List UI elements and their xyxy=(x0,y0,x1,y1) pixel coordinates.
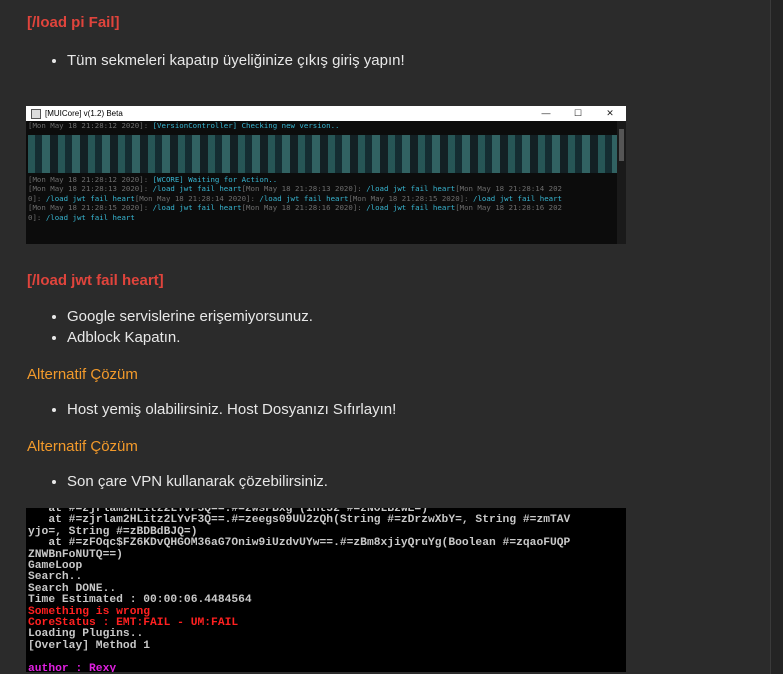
console-app-icon xyxy=(31,108,41,119)
console-timestamp: [Mon May 18 21:28:15 2020]: xyxy=(28,203,153,213)
console-line: 0]: /load jwt fail heart[Mon May 18 21:2… xyxy=(28,194,617,204)
console-timestamp: 0]: xyxy=(28,212,46,222)
console-output: at #=zjrlam2HLitz2LYvF3Q==.#=zwsFBxg (In… xyxy=(28,508,570,672)
console-line: [Overlay] Method 1 xyxy=(28,639,151,652)
console-timestamp: [Mon May 18 21:28:16 202 xyxy=(455,203,562,213)
list-item: Tüm sekmeleri kapatıp üyeliğinize çıkış … xyxy=(67,50,405,71)
console-timestamp: [Mon May 18 21:28:13 2020]: xyxy=(241,184,367,194)
console-command: /load jwt fail heart xyxy=(473,193,562,203)
console-line: [Mon May 18 21:28:13 2020]: /load jwt fa… xyxy=(28,184,617,194)
list-item: Son çare VPN kullanarak çözebilirsiniz. xyxy=(67,471,328,492)
console-timestamp: [Mon May 18 21:28:16 2020]: xyxy=(241,203,367,213)
console-command: /load jwt fail heart xyxy=(45,193,135,203)
list-item: Adblock Kapatın. xyxy=(67,327,313,348)
minimize-icon: — xyxy=(541,108,551,118)
close-icon: ✕ xyxy=(606,108,614,118)
section-heading-alternative-2: Alternatif Çözüm xyxy=(27,438,138,455)
maximize-icon: ☐ xyxy=(573,108,583,118)
console-command: /load jwt fail heart xyxy=(366,184,456,194)
console-line: 0]: /load jwt fail heart xyxy=(28,213,617,223)
window-controls: — ☐ ✕ xyxy=(530,106,626,121)
forum-post-body: [/load pi Fail] Tüm sekmeleri kapatıp üy… xyxy=(0,0,770,674)
pixelated-redaction xyxy=(28,134,617,173)
console-line: [Mon May 18 21:28:12 2020]: [WCORE] Wait… xyxy=(28,174,278,184)
console-line: author : Rexy xyxy=(28,662,117,672)
page-scrollbar[interactable] xyxy=(770,0,783,674)
console-line: Time Estimated : 00:00:06.4484564 xyxy=(28,594,252,607)
section-heading-load-jwt-fail-heart: [/load jwt fail heart] xyxy=(27,272,164,289)
section-heading-alternative-1: Alternatif Çözüm xyxy=(27,366,138,383)
console-output: [Mon May 18 21:28:12 2020]: [VersionCont… xyxy=(26,121,617,244)
console-timestamp: [Mon May 18 21:28:14 202 xyxy=(455,184,562,194)
console-command: /load jwt fail heart xyxy=(259,193,349,203)
console-line: at #=zFOqc$FZ6KDvQHGOM36aG7Oniw9iUzdvUYw… xyxy=(28,537,571,550)
console-screenshot-muicore: [MUICore] v(1.2) Beta — ☐ ✕ [Mon May 18 … xyxy=(26,106,626,244)
console-line: [Mon May 18 21:28:15 2020]: /load jwt fa… xyxy=(28,203,617,213)
list-item: Google servislerine erişemiyorsunuz. xyxy=(67,306,313,327)
console-scrollbar xyxy=(617,121,626,244)
bullet-list-load-pi-fail: Tüm sekmeleri kapatıp üyeliğinize çıkış … xyxy=(27,50,405,71)
bullet-list-alternative-1: Host yemiş olabilirsiniz. Host Dosyanızı… xyxy=(27,399,396,420)
console-command: /load jwt fail heart xyxy=(152,203,242,213)
console-timestamp: [Mon May 18 21:28:14 2020]: xyxy=(134,193,260,203)
console-timestamp: [Mon May 18 21:28:13 2020]: xyxy=(28,184,153,194)
console-screenshot-gameloop: at #=zjrlam2HLitz2LYvF3Q==.#=zwsFBxg (In… xyxy=(26,508,626,672)
console-title: [MUICore] v(1.2) Beta xyxy=(45,109,123,118)
console-titlebar: [MUICore] v(1.2) Beta — ☐ ✕ xyxy=(26,106,626,121)
console-command: /load jwt fail heart xyxy=(45,212,135,222)
bullet-list-alternative-2: Son çare VPN kullanarak çözebilirsiniz. xyxy=(27,471,328,492)
console-log-rows: [Mon May 18 21:28:13 2020]: /load jwt fa… xyxy=(28,184,617,222)
section-heading-load-pi-fail: [/load pi Fail] xyxy=(27,14,120,31)
console-line: ZNWBnFoNUTQ==) xyxy=(28,548,123,561)
console-command: /load jwt fail heart xyxy=(366,203,456,213)
console-timestamp: [Mon May 18 21:28:15 2020]: xyxy=(348,193,473,203)
console-timestamp: 0]: xyxy=(28,193,46,203)
console-line: [Mon May 18 21:28:12 2020]: [VersionCont… xyxy=(28,121,340,130)
console-line: GameLoop xyxy=(28,560,83,573)
console-command: /load jwt fail heart xyxy=(152,184,242,194)
scrollbar-thumb xyxy=(619,129,624,161)
bullet-list-load-jwt: Google servislerine erişemiyorsunuz. Adb… xyxy=(27,306,313,348)
list-item: Host yemiş olabilirsiniz. Host Dosyanızı… xyxy=(67,399,396,420)
